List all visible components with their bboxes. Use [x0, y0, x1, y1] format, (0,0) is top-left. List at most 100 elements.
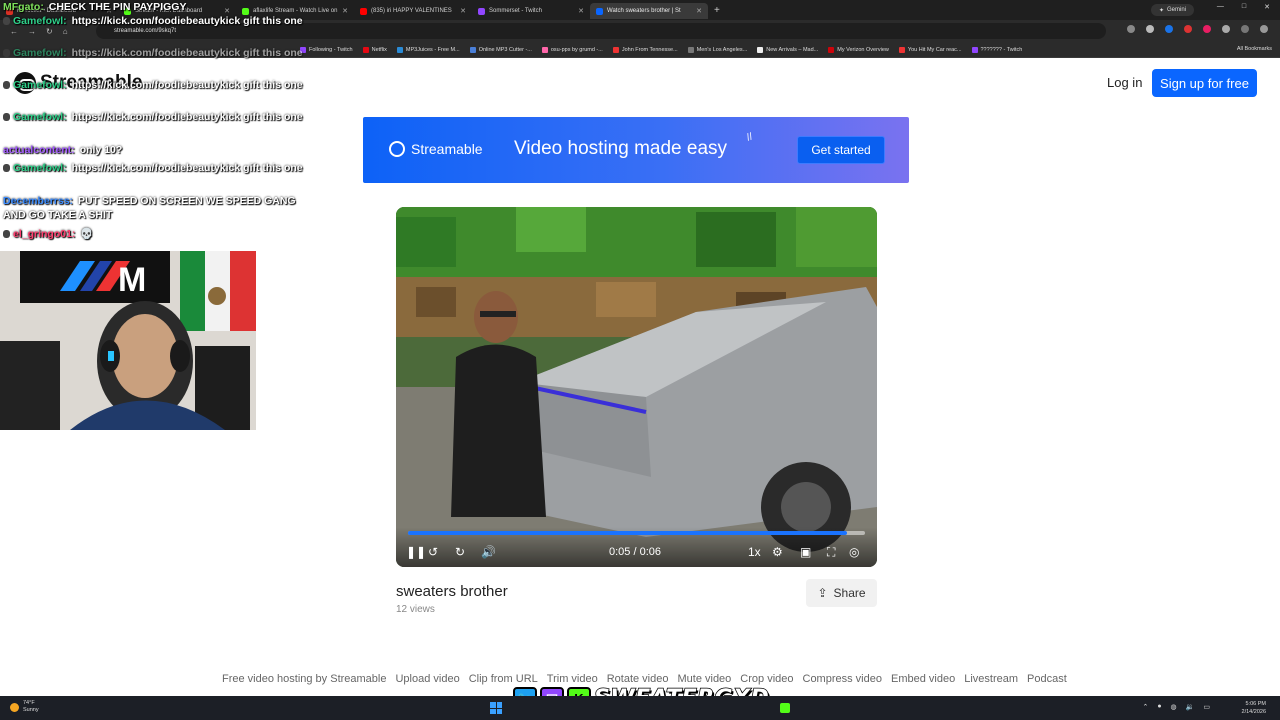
footer-link[interactable]: Mute video	[677, 673, 731, 685]
bookmark-item[interactable]: ??????? - Twitch	[971, 46, 1022, 53]
battery-icon[interactable]: ▭	[1203, 703, 1210, 711]
tab-close-icon[interactable]: ✕	[578, 7, 584, 15]
picture-in-picture-icon[interactable]: ▣	[800, 545, 811, 559]
bookmark-favicon-icon	[396, 46, 403, 53]
get-started-button[interactable]: Get started	[797, 136, 885, 164]
volume-icon[interactable]: 🔉	[1186, 703, 1195, 711]
profile-icon[interactable]	[1241, 25, 1249, 33]
chat-username: Gamefowl:	[13, 111, 67, 123]
bookmark-label: Following - Twitch	[309, 46, 353, 53]
extension-icon[interactable]	[1184, 25, 1192, 33]
tab-favicon-icon	[478, 7, 485, 15]
footer-link[interactable]: Embed video	[891, 673, 955, 685]
footer-link[interactable]: Rotate video	[607, 673, 669, 685]
chat-message: Gamefowl: https://kick.com/foodiebeautyk…	[3, 110, 315, 124]
extension-icon[interactable]	[1165, 25, 1173, 33]
chat-badge-icon	[3, 113, 10, 122]
tab-label: (835) iri HAPPY VALENTINES	[371, 8, 452, 14]
playback-speed-button[interactable]: 1x	[748, 545, 761, 559]
browser-tab[interactable]: Watch sweaters brother | St ✕	[590, 3, 708, 19]
bookmark-favicon-icon	[687, 46, 694, 53]
minimize-icon[interactable]: —	[1217, 3, 1224, 11]
bookmark-label: MP3Juices - Free M...	[405, 46, 460, 53]
chat-badge-icon	[3, 164, 10, 173]
weather-widget[interactable]: 74°F Sunny	[10, 700, 39, 714]
bookmark-label: Netflix	[371, 46, 387, 53]
gemini-button[interactable]: ✦ Gemini	[1150, 4, 1194, 16]
footer-link[interactable]: Crop video	[740, 673, 793, 685]
login-button[interactable]: Log in	[1107, 75, 1142, 90]
tab-label: Watch sweaters brother | St	[607, 8, 681, 14]
browser-tab[interactable]: Sommerset - Twitch ✕	[472, 3, 590, 19]
bookmark-item[interactable]: Online MP3 Cutter -...	[469, 46, 532, 53]
new-tab-button[interactable]: +	[714, 5, 720, 16]
footer-link[interactable]: Podcast	[1027, 673, 1067, 685]
system-clock[interactable]: 5:06 PM 2/14/2026	[1242, 700, 1266, 716]
browser-tab[interactable]: (835) iri HAPPY VALENTINES ✕	[354, 3, 472, 19]
chat-username: Decemberrss:	[3, 195, 74, 207]
footer-link[interactable]: Compress video	[803, 673, 882, 685]
close-window-icon[interactable]: ✕	[1264, 3, 1270, 11]
chat-text: https://kick.com/foodiebeautykick gift t…	[71, 162, 303, 174]
chat-message: Gamefowl: https://kick.com/foodiebeautyk…	[3, 78, 315, 92]
window-controls: — □ ✕	[1217, 3, 1270, 11]
fullscreen-icon[interactable]: ⛶	[827, 545, 835, 559]
windows-start-icon[interactable]	[490, 702, 502, 714]
tab-close-icon[interactable]: ✕	[460, 7, 466, 15]
tab-close-icon[interactable]: ✕	[342, 7, 348, 15]
share-icon: ⇪	[817, 586, 828, 600]
system-tray: ⌃ ● ◍ 🔉 ▭	[1142, 703, 1210, 711]
tab-close-icon[interactable]: ✕	[696, 7, 702, 15]
extensions-puzzle-icon[interactable]	[1222, 25, 1230, 33]
share-button[interactable]: ⇪ Share	[806, 579, 877, 607]
volume-icon[interactable]: 🔊	[481, 545, 496, 559]
chat-message: actualcontent: only 10?	[3, 143, 315, 157]
footer-link[interactable]: Free video hosting by Streamable	[222, 673, 386, 685]
kick-app-icon[interactable]	[780, 703, 790, 713]
video-player[interactable]: ❚❚ ↺ ↻ 🔊 0:05 / 0:06 1x ⚙ ▣ ⛶ ◎	[396, 207, 877, 567]
bookmark-favicon-icon	[612, 46, 619, 53]
seek-bar[interactable]	[408, 531, 865, 535]
footer-link[interactable]: Clip from URL	[469, 673, 538, 685]
bookmark-label: You Hit My Car reac...	[907, 46, 962, 53]
bookmark-item[interactable]: John From Tennesse...	[612, 46, 678, 53]
bookmark-item[interactable]: MP3Juices - Free M...	[396, 46, 460, 53]
bookmark-item[interactable]: Netflix	[362, 46, 387, 53]
chat-username: el_gringo01:	[13, 228, 76, 240]
footer-link[interactable]: Livestream	[964, 673, 1018, 685]
share-label: Share	[833, 586, 866, 600]
maximize-icon[interactable]: □	[1242, 3, 1246, 11]
rewind-icon[interactable]: ↺	[428, 545, 438, 559]
settings-gear-icon[interactable]: ⚙	[772, 545, 783, 559]
zoom-icon[interactable]	[1127, 25, 1135, 33]
bookmark-star-icon[interactable]	[1146, 25, 1154, 33]
chat-text: https://kick.com/foodiebeautykick gift t…	[71, 47, 303, 59]
streamable-watermark-icon[interactable]: ◎	[849, 545, 859, 559]
bookmark-label: Men's Los Angeles...	[696, 46, 748, 53]
pause-icon[interactable]: ❚❚	[406, 545, 426, 559]
forward-skip-icon[interactable]: ↻	[455, 545, 465, 559]
chevron-up-icon[interactable]: ⌃	[1142, 703, 1148, 711]
bookmark-item[interactable]: My Verizon Overview	[828, 46, 889, 53]
chat-text: only 10?	[79, 144, 123, 156]
chat-badge-icon	[3, 81, 10, 90]
bookmark-item[interactable]: New Arrivals – Mad...	[757, 46, 818, 53]
weather-condition: Sunny	[23, 707, 39, 713]
time-display: 0:05 / 0:06	[609, 546, 661, 558]
chat-message: Gamefowl: https://kick.com/foodiebeautyk…	[3, 46, 315, 60]
signup-button[interactable]: Sign up for free	[1152, 69, 1257, 97]
footer-link[interactable]: Trim video	[547, 673, 598, 685]
tray-app-icon[interactable]: ●	[1157, 703, 1161, 711]
bookmark-item[interactable]: Men's Los Angeles...	[687, 46, 748, 53]
chat-message: MFgato: CHECK THE PIN PAYPIGGY	[3, 0, 315, 14]
footer-link[interactable]: Upload video	[395, 673, 459, 685]
bookmark-item[interactable]: You Hit My Car reac...	[898, 46, 962, 53]
all-bookmarks[interactable]: All Bookmarks	[1237, 46, 1272, 52]
bookmark-label: My Verizon Overview	[837, 46, 889, 53]
bookmark-item[interactable]: osu-pps by grumd -...	[541, 46, 603, 53]
network-icon[interactable]: ◍	[1171, 703, 1177, 711]
promo-banner[interactable]: Streamable Video hosting made easy // Ge…	[363, 117, 909, 183]
menu-dots-icon[interactable]	[1260, 25, 1268, 33]
extension-icon[interactable]	[1203, 25, 1211, 33]
tab-favicon-icon	[596, 7, 603, 15]
